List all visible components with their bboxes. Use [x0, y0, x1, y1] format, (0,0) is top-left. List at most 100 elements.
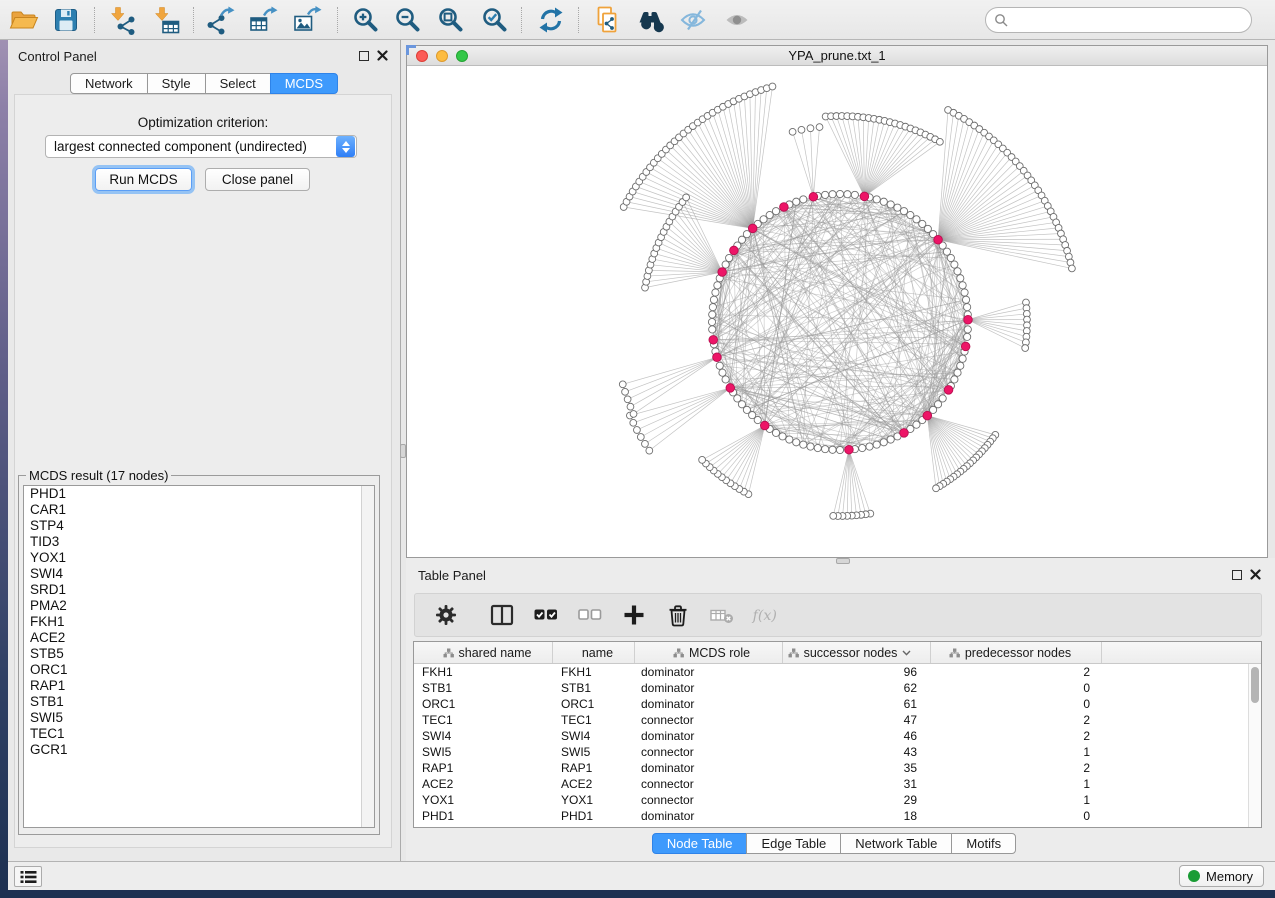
table-row[interactable]: YOX1YOX1connector291 — [414, 792, 1261, 808]
criterion-dropdown[interactable]: largest connected component (undirected) — [45, 135, 357, 158]
table-row[interactable]: ACE2ACE2connector311 — [414, 776, 1261, 792]
close-panel-icon[interactable] — [1250, 569, 1261, 580]
clone-network-button[interactable] — [590, 4, 624, 36]
table-row[interactable]: ORC1ORC1dominator610 — [414, 696, 1261, 712]
tab-select[interactable]: Select — [205, 73, 271, 94]
apply-layout-button[interactable] — [534, 4, 568, 36]
table-panel: Table Panel — [406, 558, 1275, 861]
column-header-predecessor-nodes[interactable]: predecessor nodes — [931, 642, 1102, 663]
mcds-result-item[interactable]: ORC1 — [24, 662, 374, 678]
tab-motifs[interactable]: Motifs — [951, 833, 1016, 854]
control-panel: Control Panel Network Style Select MCDS … — [8, 40, 401, 861]
table-cell: 29 — [783, 792, 931, 808]
mcds-result-item[interactable]: TEC1 — [24, 726, 374, 742]
mcds-result-list[interactable]: PHD1CAR1STP4TID3YOX1SWI4SRD1PMA2FKH1ACE2… — [23, 485, 375, 828]
mcds-result-item[interactable]: YOX1 — [24, 550, 374, 566]
tab-network-table[interactable]: Network Table — [840, 833, 952, 854]
close-panel-button[interactable]: Close panel — [205, 168, 310, 191]
close-window-icon[interactable] — [416, 50, 428, 62]
table-settings-button[interactable] — [431, 600, 461, 630]
float-panel-icon[interactable] — [1232, 570, 1242, 580]
tab-mcds[interactable]: MCDS — [270, 73, 338, 94]
table-cell: ORC1 — [414, 696, 553, 712]
toggle-column-view-button[interactable] — [487, 600, 517, 630]
first-neighbors-button[interactable] — [633, 4, 667, 36]
import-network-button[interactable] — [105, 4, 139, 36]
memory-label: Memory — [1206, 869, 1253, 884]
mcds-result-item[interactable]: PMA2 — [24, 598, 374, 614]
close-panel-icon[interactable] — [377, 50, 388, 61]
mcds-result-box: MCDS result (17 nodes) PHD1CAR1STP4TID3Y… — [18, 468, 380, 835]
mcds-result-item[interactable]: SWI4 — [24, 566, 374, 582]
tab-edge-table[interactable]: Edge Table — [746, 833, 841, 854]
zoom-fit-button[interactable] — [434, 4, 468, 36]
horizontal-splitter-grip[interactable] — [836, 558, 850, 564]
network-title-bar[interactable]: YPA_prune.txt_1 — [407, 46, 1267, 66]
mcds-result-item[interactable]: TID3 — [24, 534, 374, 550]
hide-selected-button[interactable] — [676, 4, 710, 36]
table-scrollbar[interactable] — [1248, 664, 1261, 827]
mcds-result-item[interactable]: GCR1 — [24, 742, 374, 758]
table-row[interactable]: SWI4SWI4dominator462 — [414, 728, 1261, 744]
save-icon — [51, 5, 81, 35]
column-label: shared name — [459, 646, 532, 660]
float-panel-icon[interactable] — [359, 51, 369, 61]
memory-button[interactable]: Memory — [1179, 865, 1264, 887]
mcds-result-item[interactable]: ACE2 — [24, 630, 374, 646]
mcds-result-item[interactable]: STB1 — [24, 694, 374, 710]
network-canvas[interactable] — [407, 66, 1267, 556]
column-header-successor-nodes[interactable]: successor nodes — [783, 642, 931, 663]
run-mcds-button[interactable]: Run MCDS — [95, 168, 192, 191]
mcds-result-item[interactable]: FKH1 — [24, 614, 374, 630]
table-cell: 0 — [931, 696, 1102, 712]
zoom-out-button[interactable] — [391, 4, 425, 36]
function-builder-button[interactable]: f(x) — [751, 600, 781, 630]
mcds-result-item[interactable]: SWI5 — [24, 710, 374, 726]
table-scrollbar-thumb[interactable] — [1251, 667, 1259, 703]
table-cell: FKH1 — [414, 664, 553, 680]
table-cell: SWI5 — [414, 744, 553, 760]
export-image-button[interactable] — [290, 4, 324, 36]
table-row[interactable]: STB1STB1dominator620 — [414, 680, 1261, 696]
table-row[interactable]: PHD1PHD1dominator180 — [414, 808, 1261, 824]
maximize-window-icon[interactable] — [456, 50, 468, 62]
show-all-button[interactable] — [720, 4, 754, 36]
mcds-result-item[interactable]: CAR1 — [24, 502, 374, 518]
table-row[interactable]: TEC1TEC1connector472 — [414, 712, 1261, 728]
table-row[interactable]: SWI5SWI5connector431 — [414, 744, 1261, 760]
toolbar-separator — [193, 7, 194, 33]
mcds-result-item[interactable]: STP4 — [24, 518, 374, 534]
zoom-in-button[interactable] — [349, 4, 383, 36]
table-row[interactable]: RAP1RAP1dominator352 — [414, 760, 1261, 776]
mcds-result-item[interactable]: SRD1 — [24, 582, 374, 598]
open-session-button[interactable] — [7, 4, 41, 36]
tab-node-table[interactable]: Node Table — [652, 833, 748, 854]
mcds-result-item[interactable]: PHD1 — [24, 486, 374, 502]
search-input[interactable] — [1008, 12, 1243, 29]
delete-table-button[interactable] — [707, 600, 737, 630]
mcds-result-item[interactable]: STB5 — [24, 646, 374, 662]
unselect-all-columns-button[interactable] — [575, 600, 605, 630]
tab-network[interactable]: Network — [70, 73, 148, 94]
mcds-result-item[interactable]: RAP1 — [24, 678, 374, 694]
column-header-name[interactable]: name — [553, 642, 635, 663]
create-column-button[interactable] — [619, 600, 649, 630]
tree-icon — [443, 648, 454, 658]
toolbar-separator — [521, 7, 522, 33]
column-header-mcds-role[interactable]: MCDS role — [635, 642, 783, 663]
table-cell: STB1 — [553, 680, 635, 696]
import-table-button[interactable] — [149, 4, 183, 36]
export-network-button[interactable] — [203, 4, 237, 36]
delete-column-button[interactable] — [663, 600, 693, 630]
save-session-button[interactable] — [49, 4, 83, 36]
column-header-shared-name[interactable]: shared name — [414, 642, 553, 663]
status-bar: Memory — [8, 861, 1275, 890]
minimize-window-icon[interactable] — [436, 50, 448, 62]
select-all-columns-button[interactable] — [531, 600, 561, 630]
mcds-list-scrollbar[interactable] — [361, 486, 374, 827]
table-row[interactable]: FKH1FKH1dominator962 — [414, 664, 1261, 680]
tab-style[interactable]: Style — [147, 73, 206, 94]
zoom-selected-button[interactable] — [478, 4, 512, 36]
export-table-button[interactable] — [246, 4, 280, 36]
show-panels-button[interactable] — [14, 866, 42, 887]
